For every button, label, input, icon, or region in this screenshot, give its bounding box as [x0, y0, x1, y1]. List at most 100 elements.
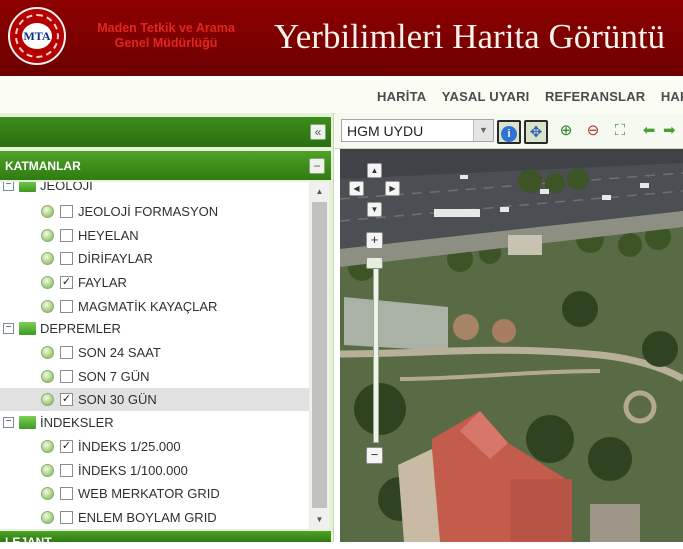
tree-layer-item[interactable]: WEB MERKATOR GRID [0, 482, 309, 505]
tree-group-indeksler[interactable]: − İNDEKSLER [0, 411, 309, 434]
zoom-in-tool-icon: ⊕ [559, 122, 573, 139]
layers-collapse-button[interactable]: − [309, 158, 325, 174]
layer-node-icon [41, 487, 54, 500]
tree-layer-item[interactable]: İNDEKS 1/100.000 [0, 459, 309, 482]
tree-layer-label: DİRİFAYLAR [78, 251, 153, 266]
zoom-out-button[interactable]: − [366, 447, 383, 464]
layer-checkbox-checked[interactable]: ✓ [60, 440, 73, 453]
tree-group-depremler[interactable]: − DEPREMLER [0, 317, 309, 340]
layer-checkbox[interactable] [60, 252, 73, 265]
left-panel: « KATMANLAR − − JEOLOJİ JEOLOJİ FORMASYO… [0, 113, 334, 548]
zoom-out-tool-icon: ⊖ [586, 122, 600, 139]
tree-layer-item[interactable]: ✓ FAYLAR [0, 271, 309, 294]
tree-layer-item[interactable]: ENLEM BOYLAM GRID [0, 506, 309, 529]
layer-node-icon [41, 511, 54, 524]
collapse-icon[interactable]: − [3, 323, 14, 334]
pan-icon: ✥ [529, 124, 543, 141]
top-navigation: HARİTA YASAL UYARI REFERANSLAR HAK [0, 76, 683, 114]
layer-checkbox[interactable] [60, 464, 73, 477]
back-arrow-icon: ⬅ [642, 122, 656, 139]
zoom-slider-track[interactable] [373, 261, 379, 443]
folder-icon [19, 416, 36, 429]
nav-menu: HARİTA YASAL UYARI REFERANSLAR HAK [377, 88, 683, 106]
tree-layer-label: MAGMATİK KAYAÇLAR [78, 299, 218, 314]
logo-text: MTA [22, 23, 52, 49]
layer-node-icon [41, 393, 54, 406]
tree-layer-label: HEYELAN [78, 228, 139, 243]
layer-checkbox[interactable] [60, 229, 73, 242]
zoom-in-tool-button[interactable]: ⊕ [554, 120, 578, 144]
collapse-icon[interactable]: − [3, 182, 14, 191]
layer-checkbox[interactable] [60, 300, 73, 313]
layer-checkbox[interactable] [60, 370, 73, 383]
zoom-in-button[interactable]: + [366, 232, 383, 249]
tree-layer-item[interactable]: JEOLOJİ FORMASYON [0, 200, 309, 223]
folder-icon [19, 182, 36, 192]
tree-layer-item[interactable]: SON 24 SAAT [0, 341, 309, 364]
pan-tool-button[interactable]: ✥ [524, 120, 548, 144]
tree-layer-label: ENLEM BOYLAM GRID [78, 510, 217, 525]
pan-up-icon[interactable]: ▲ [367, 163, 382, 178]
layer-node-icon [41, 205, 54, 218]
scroll-up-icon[interactable]: ▲ [310, 182, 329, 201]
legend-header[interactable]: LEJANT [0, 531, 331, 548]
full-extent-button[interactable]: ⛶ [608, 120, 632, 144]
forward-arrow-icon: ➡ [663, 122, 676, 139]
tree-scrollbar[interactable]: ▲ ▼ [310, 182, 329, 529]
layer-checkbox[interactable] [60, 205, 73, 218]
nav-item-yasal-uyari[interactable]: YASAL UYARI [442, 89, 530, 104]
info-icon: i [501, 126, 517, 142]
collapse-icon[interactable]: − [3, 417, 14, 428]
nav-item-harita[interactable]: HARİTA [377, 89, 426, 104]
layer-node-icon [41, 252, 54, 265]
info-tool-button[interactable]: i [497, 120, 521, 144]
site-header: MTA Maden Tetkik ve Arama Genel Müdürlüğ… [0, 0, 683, 76]
satellite-imagery [340, 149, 683, 542]
next-extent-button[interactable]: ➡ [663, 120, 683, 144]
basemap-select[interactable]: HGM UYDU ▼ [341, 119, 494, 142]
layer-node-icon [41, 276, 54, 289]
tree-layer-label: SON 30 GÜN [78, 392, 157, 407]
tree-layer-label: SON 7 GÜN [78, 369, 150, 384]
nav-item-hakkinda[interactable]: HAK [661, 89, 683, 104]
tree-layer-item[interactable]: SON 7 GÜN [0, 365, 309, 388]
layer-node-icon [41, 370, 54, 383]
layer-checkbox[interactable] [60, 346, 73, 359]
scroll-down-icon[interactable]: ▼ [310, 510, 329, 529]
tree-group-label: İNDEKSLER [40, 415, 114, 430]
scroll-thumb[interactable] [312, 202, 327, 508]
panel-toolbar: « [0, 117, 331, 147]
tree-group-label: DEPREMLER [40, 321, 121, 336]
folder-icon [19, 322, 36, 335]
tree-layer-label: İNDEKS 1/25.000 [78, 439, 181, 454]
tree-layer-item[interactable]: DİRİFAYLAR [0, 247, 309, 270]
zoom-out-tool-button[interactable]: ⊖ [581, 120, 605, 144]
layers-title: KATMANLAR [5, 159, 81, 173]
organization-line-1: Maden Tetkik ve Arama [97, 21, 235, 35]
pan-down-icon[interactable]: ▼ [367, 202, 382, 217]
layer-node-icon [41, 440, 54, 453]
map-view[interactable]: ▲ ◀ ▶ ▼ + − [340, 149, 683, 542]
zoom-slider-handle[interactable] [366, 257, 383, 269]
layer-checkbox[interactable] [60, 487, 73, 500]
pan-right-icon[interactable]: ▶ [385, 181, 400, 196]
mta-logo: MTA [8, 7, 66, 65]
tree-group-jeoloji[interactable]: − JEOLOJİ [0, 182, 309, 197]
tree-layer-item[interactable]: HEYELAN [0, 224, 309, 247]
tree-layer-label: SON 24 SAAT [78, 345, 161, 360]
nav-item-referanslar[interactable]: REFERANSLAR [545, 89, 645, 104]
tree-layer-item-selected[interactable]: ✓ SON 30 GÜN [0, 388, 309, 411]
collapse-panel-button[interactable]: « [310, 124, 326, 140]
previous-extent-button[interactable]: ⬅ [637, 120, 661, 144]
organization-line-2: Genel Müdürlüğü [114, 36, 218, 50]
pan-left-icon[interactable]: ◀ [349, 181, 364, 196]
layer-checkbox-checked[interactable]: ✓ [60, 276, 73, 289]
layer-node-icon [41, 229, 54, 242]
chevron-down-icon[interactable]: ▼ [473, 120, 493, 141]
layer-checkbox[interactable] [60, 511, 73, 524]
layer-checkbox-checked[interactable]: ✓ [60, 393, 73, 406]
tree-layer-item[interactable]: ✓ İNDEKS 1/25.000 [0, 435, 309, 458]
tree-layer-item[interactable]: MAGMATİK KAYAÇLAR [0, 295, 309, 318]
organization-name: Maden Tetkik ve Arama Genel Müdürlüğü [72, 21, 260, 51]
basemap-selected-value: HGM UYDU [347, 123, 424, 139]
